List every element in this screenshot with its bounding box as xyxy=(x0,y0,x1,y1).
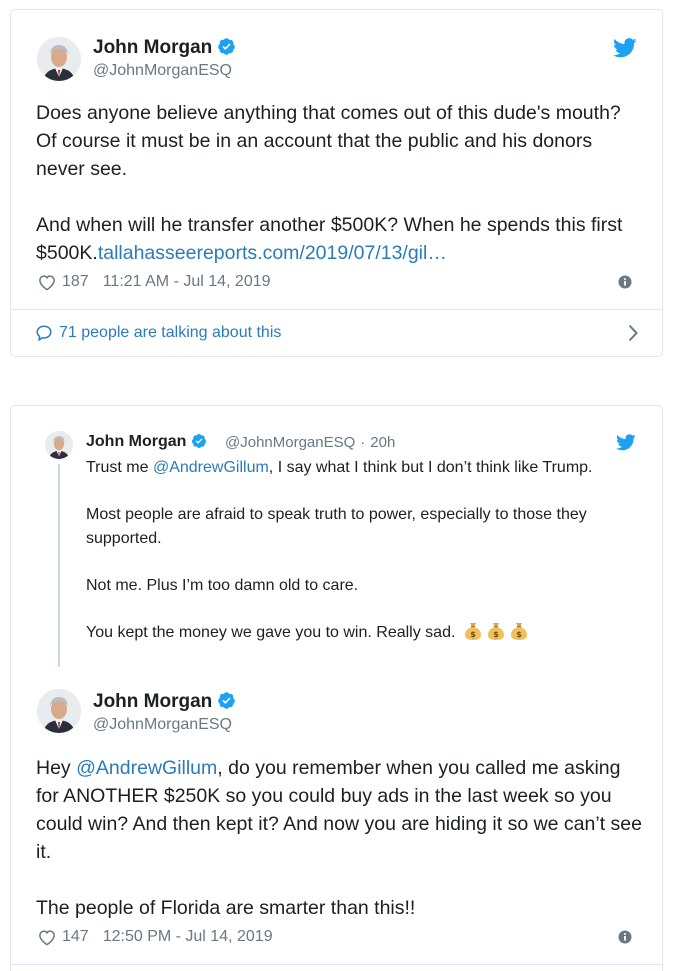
heart-icon[interactable] xyxy=(38,274,56,291)
avatar[interactable] xyxy=(37,689,81,733)
tweet-body: Hey @AndrewGillum, do you remember when … xyxy=(36,754,646,922)
divider xyxy=(11,964,662,965)
svg-text:$: $ xyxy=(493,630,499,639)
thread-connector xyxy=(58,464,60,667)
verified-badge-icon xyxy=(191,433,207,449)
tweet-meta: 147 12:50 PM - Jul 14, 2019 xyxy=(38,928,273,946)
quoted-paragraph-2: Most people are afraid to speak truth to… xyxy=(86,506,587,547)
quoted-tweet-body: Trust me @AndrewGillum, I say what I thi… xyxy=(86,456,646,645)
author-name-text[interactable]: John Morgan xyxy=(93,691,212,712)
author-name[interactable]: John Morgan xyxy=(93,37,236,59)
tweet-card-2: John Morgan @JohnMorganESQ · 20h Trust m… xyxy=(10,405,663,971)
author-handle[interactable]: @JohnMorganESQ xyxy=(93,62,232,80)
quoted-text: Trust me xyxy=(86,459,153,476)
svg-text:$: $ xyxy=(470,630,476,639)
author-handle[interactable]: @JohnMorganESQ xyxy=(225,434,355,451)
timestamp[interactable]: 12:50 PM - Jul 14, 2019 xyxy=(103,928,273,946)
mention-link[interactable]: @AndrewGillum xyxy=(76,757,217,779)
article-link[interactable]: tallahasseereports.com/2019/07/13/gil… xyxy=(98,242,447,264)
author-name-text[interactable]: John Morgan xyxy=(86,433,186,450)
tweet-text: Hey xyxy=(36,757,77,779)
tweet-paragraph-2: And when will he transfer another $500K?… xyxy=(36,211,646,267)
tweet-paragraph-1: Hey @AndrewGillum, do you remember when … xyxy=(36,754,646,866)
speech-bubble-icon xyxy=(35,324,53,342)
like-count[interactable]: 147 xyxy=(62,928,89,946)
divider xyxy=(11,309,662,310)
conversation-count[interactable]: 71 people are talking about this xyxy=(59,324,281,342)
verified-badge-icon xyxy=(217,37,236,56)
tweet-age[interactable]: 20h xyxy=(370,434,395,451)
separator: · xyxy=(360,434,366,451)
avatar[interactable] xyxy=(37,37,81,81)
avatar[interactable] xyxy=(45,431,73,459)
quoted-paragraph-1: Trust me @AndrewGillum, I say what I thi… xyxy=(86,456,646,480)
quoted-paragraph-4: You kept the money we gave you to win. R… xyxy=(86,621,646,645)
like-count[interactable]: 187 xyxy=(62,273,89,291)
author-handle[interactable]: @JohnMorganESQ xyxy=(93,716,232,734)
tweet-paragraph-2: The people of Florida are smarter than t… xyxy=(36,897,416,919)
author-name[interactable]: John Morgan xyxy=(86,433,207,451)
heart-icon[interactable] xyxy=(38,929,56,946)
author-name[interactable]: John Morgan xyxy=(93,691,236,713)
twitter-bird-icon[interactable] xyxy=(616,434,636,451)
money-bag-icon: $ xyxy=(463,621,483,641)
mention-link[interactable]: @AndrewGillum xyxy=(153,459,269,476)
tweet-card-1: John Morgan @JohnMorganESQ Does anyone b… xyxy=(10,9,663,357)
chevron-right-icon[interactable] xyxy=(628,324,638,342)
money-bag-icon: $ xyxy=(509,621,529,641)
money-bag-icon: $ xyxy=(486,621,506,641)
verified-badge-icon xyxy=(217,691,236,710)
info-icon[interactable] xyxy=(618,275,632,289)
svg-text:$: $ xyxy=(516,630,522,639)
conversation-link[interactable]: 71 people are talking about this xyxy=(35,321,638,345)
info-icon[interactable] xyxy=(618,930,632,944)
quoted-meta: @JohnMorganESQ · 20h xyxy=(225,434,395,451)
twitter-bird-icon[interactable] xyxy=(613,38,637,58)
quoted-paragraph-3: Not me. Plus I’m too damn old to care. xyxy=(86,577,359,594)
tweet-meta: 187 11:21 AM - Jul 14, 2019 xyxy=(38,273,271,291)
timestamp[interactable]: 11:21 AM - Jul 14, 2019 xyxy=(103,273,271,291)
tweet-paragraph-1: Does anyone believe anything that comes … xyxy=(36,102,621,180)
quoted-text: , I say what I think but I don’t think l… xyxy=(268,459,593,476)
tweet-body: Does anyone believe anything that comes … xyxy=(36,99,646,267)
quoted-text: You kept the money we gave you to win. R… xyxy=(86,624,456,641)
author-name-text[interactable]: John Morgan xyxy=(93,37,212,58)
